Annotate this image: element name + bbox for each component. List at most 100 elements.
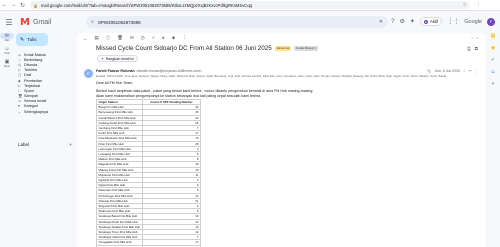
email-subject: Missed Cycle Count Sidoarjo DC From All …: [96, 45, 272, 52]
main-menu-icon[interactable]: ☰: [0, 18, 18, 27]
email-date: Jum, 6 Jun 2025: [434, 69, 460, 73]
station-cell: Surabaya Selatan First Mile Hub: [96, 223, 143, 231]
sender-name[interactable]: Fandil Fadzur Rohman: [96, 69, 135, 73]
more-icon[interactable]: ⋮: [182, 35, 187, 41]
sender-line: Fandil Fadzur Rohman <fandil.rohman@ninj…: [96, 69, 202, 73]
archive-icon[interactable]: ▤: [95, 35, 99, 41]
side-panel: ▦ ◆ ✓ ☺ +: [486, 33, 500, 247]
email-body-line: Akan kami maksimalkan pengumpulnya ke st…: [96, 93, 262, 98]
status-pill[interactable]: ● Aktif: [419, 17, 443, 26]
recipients-line[interactable]: kepada: 'MAYLA DINI', Arya Jaya, Santoso…: [96, 74, 476, 78]
pager: ‹ ›: [471, 36, 478, 40]
calendar-icon[interactable]: ▦: [486, 33, 500, 39]
status-dot-icon: ●: [423, 19, 428, 24]
google-wordmark: Google: [464, 18, 482, 25]
back-arrow-icon[interactable]: ←: [83, 36, 88, 41]
station-cell: Surabaya Utara First Mile Hub: [96, 234, 143, 241]
search-bar[interactable]: ⌕ SPW2051062873686 ✕: [86, 16, 388, 28]
lock-icon: 🔒: [33, 2, 38, 8]
clear-search-icon[interactable]: ✕: [379, 19, 383, 25]
add-addon-icon[interactable]: +: [486, 81, 500, 87]
status-label: Aktif: [429, 19, 439, 24]
sidebar-item-label: Selengkapnya: [24, 109, 49, 114]
sidebar-item-label: Kategori: [24, 104, 39, 109]
rail-item-meet[interactable]: ▣ Meet: [0, 59, 14, 68]
apps-grid-icon[interactable]: ⋮⋮: [447, 18, 459, 25]
report-spam-icon[interactable]: ⓘ: [106, 35, 111, 41]
sidebar: ✎ Tulis ▭ Kotak Masuk ☆ Berbintang ◷ Ditund…: [14, 33, 76, 247]
labels-header: Label +: [14, 142, 72, 147]
star-icon[interactable]: ☆: [463, 69, 466, 73]
sender-email: <fandil.rohman@ninjavan-fulfilment.com>: [135, 69, 203, 73]
labels-title: Label: [18, 142, 30, 148]
gmail-m-icon: M: [20, 16, 30, 28]
print-icon[interactable]: ⎙: [467, 46, 471, 51]
settings-gear-icon[interactable]: ⚙: [399, 18, 404, 25]
compose-label: Tulis: [27, 37, 37, 42]
sidebar-item-label: Berbintang: [24, 57, 43, 62]
keep-icon[interactable]: ◆: [486, 45, 500, 51]
move-to-icon[interactable]: ▸: [162, 35, 164, 41]
spark-icon: ✦: [101, 56, 104, 61]
email-view: ← ▤ ⓘ 🗑 ✉ ◷ ✓ ▸ ◈ ⋮ ‹ › Missed Cycle Cou…: [77, 33, 486, 247]
open-new-window-icon[interactable]: ⧉: [475, 46, 478, 51]
summarize-button[interactable]: ✦ Rangkum email ini: [97, 55, 138, 62]
station-cell: Surabaya Timur First Mile Hub: [96, 229, 143, 236]
reload-icon[interactable]: ↻: [18, 2, 27, 9]
more-options-icon[interactable]: ⋮: [475, 69, 478, 73]
sidebar-item-label: Terjadwal: [24, 83, 41, 88]
sidebar-item-label: Ditunda: [24, 62, 38, 67]
browser-menu-icon[interactable]: ⋮: [476, 2, 481, 8]
forward-icon[interactable]: →: [9, 2, 18, 8]
sidebar-item-label: Sampah: [24, 94, 39, 99]
sidebar-item-label: Semua email: [24, 99, 47, 104]
browser-address-bar: ← → ↻ 🔒 mail.google.com/mail/u/0/?tab=rm…: [0, 0, 500, 11]
snooze-icon[interactable]: ◷: [141, 35, 145, 41]
subject-tools: ⎙ ⧉: [467, 46, 478, 51]
next-page-icon[interactable]: ›: [477, 36, 478, 40]
rail-item-chat[interactable]: ☺ Chat: [0, 46, 14, 55]
sidebar-item-more[interactable]: ⌄ Selengkapnya: [14, 109, 76, 114]
search-input[interactable]: SPW2051062873686: [98, 20, 141, 25]
account-avatar[interactable]: F: [487, 17, 495, 26]
gmail-header: ☰ M Gmail ⌕ SPW2051062873686 ✕ ? ⚙ ✦ ● A…: [0, 11, 500, 33]
url-text: mail.google.com/mail/u/0/?tab=rm&ogbl#se…: [40, 2, 252, 8]
email-body-line: Berikut kami lampirkan data paket - pake…: [96, 89, 314, 93]
bookmark-star-icon[interactable]: ☆: [463, 2, 467, 8]
label-icon[interactable]: ◈: [172, 35, 175, 41]
compose-button[interactable]: ✎ Tulis: [16, 33, 48, 46]
sidebar-item-label: Draf: [24, 73, 32, 78]
delete-icon[interactable]: 🗑: [117, 35, 123, 41]
table-header-cell: Count of SPF Pending Number: [142, 98, 201, 106]
station-cell: Surabaya Pusat First Mile Hub: [96, 218, 143, 225]
tasks-icon[interactable]: ✓: [486, 57, 500, 63]
add-task-icon[interactable]: ✓: [152, 35, 156, 41]
email-greeting: Dear All FM Hub Team,: [96, 81, 134, 85]
rail-label: Mail: [4, 39, 10, 42]
rail-item-mail[interactable]: ✉ Mail: [0, 33, 14, 42]
pencil-icon: ✎: [20, 36, 25, 43]
back-icon[interactable]: ←: [0, 2, 9, 8]
gmail-logo[interactable]: M Gmail: [20, 17, 51, 28]
station-cell: Gresik Barat 3 First Mile Hub: [96, 114, 143, 121]
reply-icon[interactable]: ↩: [469, 69, 472, 73]
inbox-label-chip[interactable]: Kotak Masuk ×: [294, 46, 319, 51]
url-field[interactable]: 🔒 mail.google.com/mail/u/0/?tab=rm&ogbl#…: [30, 1, 470, 9]
attachment-icon: 📎: [427, 69, 432, 73]
mark-unread-icon[interactable]: ✉: [130, 35, 134, 41]
sender-date-row: 📎 Jum, 6 Jun 2025 ☆ ↩ ⋮: [427, 69, 478, 73]
prev-page-icon[interactable]: ‹: [471, 36, 472, 40]
sender-avatar[interactable]: F: [84, 69, 93, 78]
rail-label: Chat: [4, 52, 10, 55]
sidebar-item-label: Spam: [24, 88, 34, 93]
help-icon[interactable]: ?: [391, 19, 394, 25]
header-right-tools: ? ⚙ ✦ ● Aktif ⋮⋮ Google F: [391, 17, 500, 26]
email-toolbar: ← ▤ ⓘ 🗑 ✉ ◷ ✓ ▸ ◈ ⋮ ‹ ›: [77, 33, 486, 43]
summarize-label: Rangkum email ini: [105, 56, 134, 61]
station-cell: Kota Mojokerto First Mile Hub: [96, 135, 143, 142]
add-label-button[interactable]: +: [69, 142, 72, 147]
gmail-wordmark: Gmail: [32, 18, 52, 26]
search-icon[interactable]: ⌕: [91, 19, 94, 25]
gemini-spark-icon[interactable]: ✦: [410, 18, 415, 25]
contacts-icon[interactable]: ☺: [486, 69, 500, 75]
